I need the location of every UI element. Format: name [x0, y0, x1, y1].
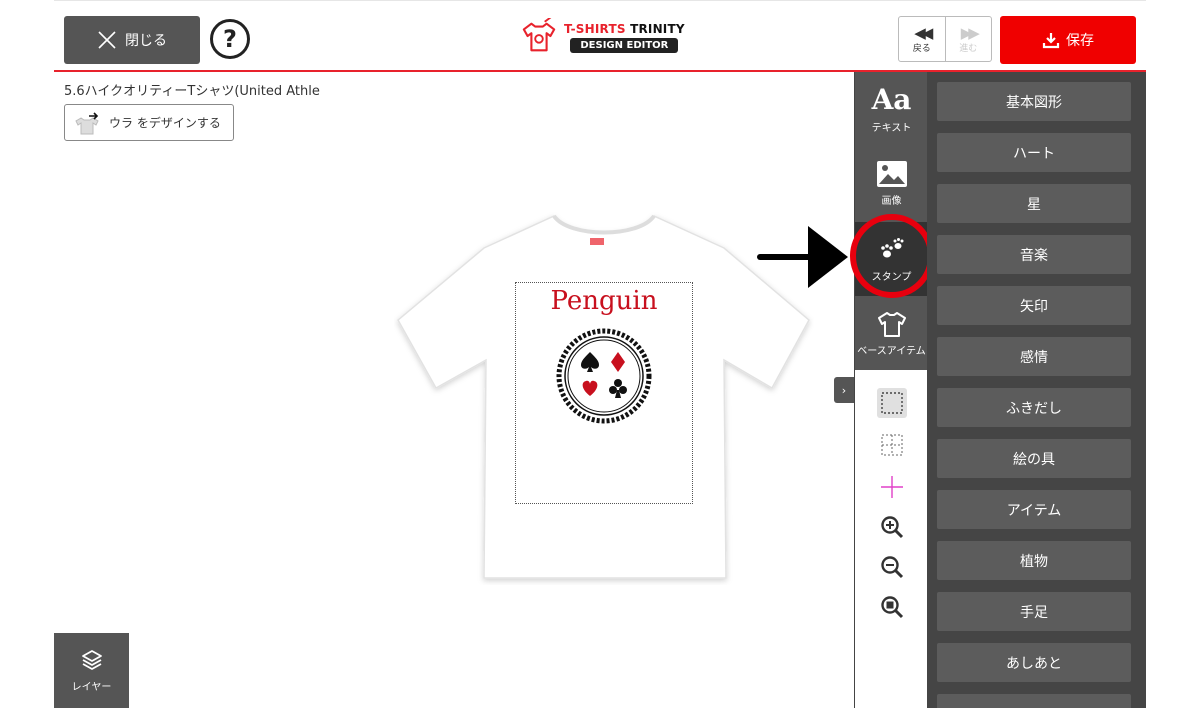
zoom-in-icon: [881, 516, 904, 539]
tshirt-icon: [877, 311, 906, 337]
tab-text-label: テキスト: [871, 122, 912, 134]
center-cross-icon: [881, 476, 903, 498]
logo-title: T-SHIRTS TRINITY: [564, 22, 685, 36]
close-button[interactable]: 閉じる: [64, 16, 200, 64]
collapse-panel-toggle[interactable]: ›: [834, 377, 854, 403]
logo-title-red: T-SHIRTS: [564, 21, 626, 36]
download-icon: [1042, 33, 1060, 49]
select-box-tool[interactable]: [877, 388, 907, 418]
logo-subtitle: DESIGN EDITOR: [570, 37, 679, 53]
close-icon: [98, 31, 116, 49]
top-header: 閉じる ? T-SHIRTS TRINITY DESIGN EDITOR ◀◀ …: [54, 0, 1146, 72]
product-name: 5.6ハイクオリティーTシャツ(United Athle: [64, 84, 320, 99]
select-box-icon: [881, 392, 903, 414]
zoom-fit-icon: [881, 596, 904, 619]
fast-forward-icon: ▶▶: [960, 23, 980, 42]
category-speech-bubble[interactable]: ふきだし: [937, 388, 1131, 428]
grid-guide-icon: [881, 434, 903, 456]
card-suits-emblem[interactable]: [554, 326, 654, 426]
highlight-circle-annotation: [850, 214, 934, 298]
save-label: 保存: [1066, 33, 1094, 49]
category-paint[interactable]: 絵の具: [937, 439, 1131, 479]
category-music[interactable]: 音楽: [937, 235, 1131, 275]
tab-base-item-label: ベースアイテム: [857, 345, 926, 357]
category-emotion[interactable]: 感情: [937, 337, 1131, 377]
flip-shirt-icon: [75, 111, 99, 134]
text-aa-icon: Aa: [871, 82, 912, 116]
logo-shirt-icon: [522, 18, 556, 52]
layers-icon: [81, 650, 102, 670]
layer-label: レイヤー: [71, 682, 112, 693]
layer-button[interactable]: レイヤー: [54, 633, 129, 708]
help-icon: ?: [223, 25, 237, 53]
grid-guide-tool[interactable]: [877, 430, 907, 460]
center-guide-tool[interactable]: [877, 472, 907, 502]
undo-redo-group: ◀◀ 戻る ▶▶ 進む: [898, 16, 992, 62]
category-heart[interactable]: ハート: [937, 133, 1131, 173]
zoom-in-tool[interactable]: [877, 512, 907, 542]
category-item[interactable]: アイテム: [937, 490, 1131, 530]
logo-text: T-SHIRTS TRINITY DESIGN EDITOR: [564, 22, 685, 53]
stamp-category-panel: 基本図形 ハート 星 音楽 矢印 感情 ふきだし 絵の具 アイテム 植物 手足 …: [927, 72, 1146, 708]
zoom-out-icon: [881, 556, 904, 579]
redo-label: 進む: [959, 43, 978, 54]
design-text-penguin[interactable]: Penguin: [515, 286, 693, 316]
zoom-out-tool[interactable]: [877, 552, 907, 582]
tab-image-label: 画像: [881, 195, 902, 207]
undo-button[interactable]: ◀◀ 戻る: [899, 17, 945, 61]
category-more[interactable]: [937, 694, 1131, 708]
category-hands-feet[interactable]: 手足: [937, 592, 1131, 632]
tab-image[interactable]: 画像: [855, 146, 928, 220]
logo-title-black: TRINITY: [630, 21, 685, 36]
chevron-right-icon: ›: [841, 383, 847, 397]
pointer-arrow-annotation: [757, 226, 848, 288]
design-editor: 閉じる ? T-SHIRTS TRINITY DESIGN EDITOR ◀◀ …: [0, 0, 1200, 708]
redo-button[interactable]: ▶▶ 進む: [944, 17, 992, 61]
category-star[interactable]: 星: [937, 184, 1131, 224]
tab-text[interactable]: Aa テキスト: [855, 72, 928, 146]
back-design-label: ウラ をデザインする: [109, 116, 221, 130]
rewind-icon: ◀◀: [914, 23, 933, 42]
help-button[interactable]: ?: [210, 19, 250, 59]
category-footprints[interactable]: あしあと: [937, 643, 1131, 683]
undo-label: 戻る: [912, 43, 931, 54]
close-label: 閉じる: [125, 33, 167, 49]
tab-base-item[interactable]: ベースアイテム: [855, 296, 928, 370]
back-design-button[interactable]: ウラ をデザインする: [64, 104, 234, 141]
zoom-fit-tool[interactable]: [877, 592, 907, 622]
category-plant[interactable]: 植物: [937, 541, 1131, 581]
category-basic-shapes[interactable]: 基本図形: [937, 82, 1131, 122]
tool-column: Aa テキスト 画像 スタンプ ベースアイテム: [854, 72, 928, 708]
image-icon: [876, 160, 907, 187]
save-button[interactable]: 保存: [1000, 16, 1136, 64]
brand-logo: T-SHIRTS TRINITY DESIGN EDITOR: [520, 16, 686, 58]
category-arrow[interactable]: 矢印: [937, 286, 1131, 326]
